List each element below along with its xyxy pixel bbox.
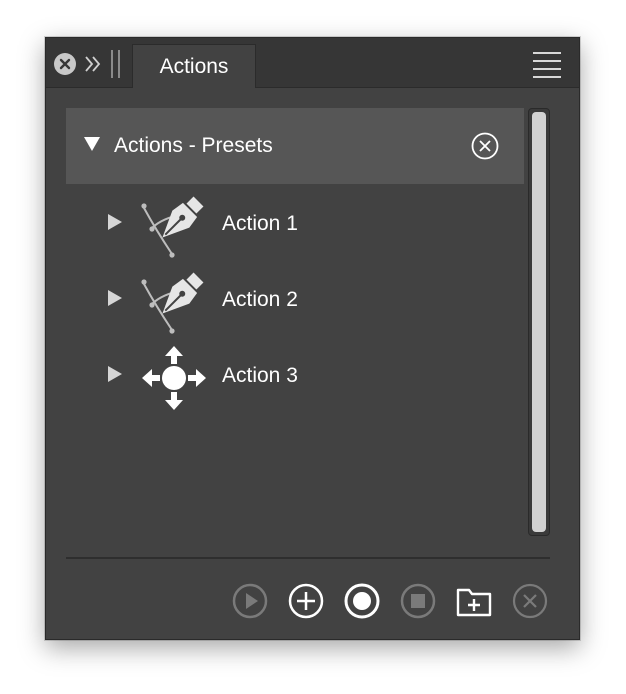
new-folder-icon: [456, 588, 492, 617]
action-row-1[interactable]: Action 1: [66, 188, 524, 258]
group-title: Actions - Presets: [114, 134, 273, 157]
expand-triangle-icon[interactable]: [108, 214, 122, 230]
double-chevron-right-icon: [85, 56, 101, 72]
actions-list: Actions - Presets Action 1 Action 2 Acti…: [66, 108, 524, 538]
record-button[interactable]: [343, 582, 381, 620]
close-icon: [59, 58, 71, 70]
remove-group-button[interactable]: [470, 131, 500, 161]
group-header-actions-presets[interactable]: Actions - Presets: [66, 108, 524, 184]
scrollbar-thumb[interactable]: [532, 112, 546, 532]
tab-actions[interactable]: Actions: [132, 44, 256, 88]
add-circle-icon: [288, 583, 324, 619]
footer-divider: [66, 557, 550, 559]
pen-tool-icon: [141, 196, 204, 258]
action-label: Action 3: [222, 364, 298, 387]
collapse-panel-button[interactable]: [82, 51, 104, 77]
close-panel-button[interactable]: [54, 53, 76, 75]
collapse-triangle-icon[interactable]: [84, 137, 100, 151]
play-button[interactable]: [231, 582, 269, 620]
panel-menu-button[interactable]: [533, 52, 561, 78]
vertical-scrollbar[interactable]: [528, 108, 550, 536]
action-label: Action 2: [222, 288, 298, 311]
action-row-3[interactable]: Action 3: [66, 340, 524, 410]
stop-circle-icon: [400, 583, 436, 619]
add-action-button[interactable]: [287, 582, 325, 620]
action-row-2[interactable]: Action 2: [66, 264, 524, 334]
delete-circle-icon: [512, 583, 548, 619]
delete-button[interactable]: [511, 582, 549, 620]
remove-circle-icon: [471, 132, 499, 160]
expand-triangle-icon[interactable]: [108, 290, 122, 306]
panel-titlebar: Actions: [46, 38, 579, 88]
move-tool-icon: [142, 346, 206, 410]
action-label: Action 1: [222, 212, 298, 235]
pen-tool-icon: [141, 272, 204, 334]
new-folder-button[interactable]: [455, 582, 493, 620]
tab-label: Actions: [159, 54, 229, 78]
play-circle-icon: [232, 583, 268, 619]
stop-button[interactable]: [399, 582, 437, 620]
actions-panel: Actions Actions - Presets Action 1 Actio…: [45, 37, 580, 640]
drag-grip-icon[interactable]: [110, 50, 122, 78]
expand-triangle-icon[interactable]: [108, 366, 122, 382]
record-circle-icon: [344, 583, 380, 619]
